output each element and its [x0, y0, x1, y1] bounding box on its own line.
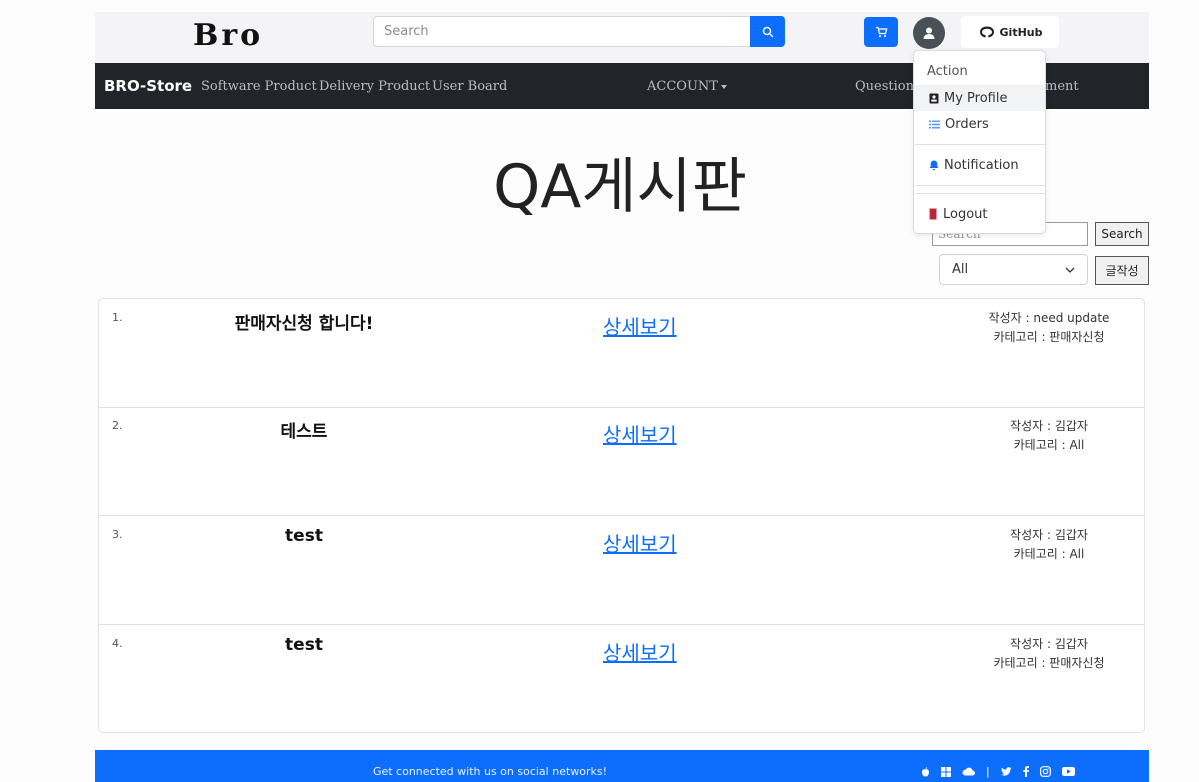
list-icon	[929, 120, 940, 128]
post-detail-link[interactable]: 상세보기	[603, 419, 677, 448]
post-list: 1. 판매자신청 합니다! 상세보기 작성자 : need update 카테고…	[98, 298, 1145, 733]
account-dropdown-menu: Action My Profile Orders Notification Lo…	[913, 50, 1046, 234]
post-number: 3.	[112, 528, 123, 541]
user-icon	[923, 27, 935, 39]
caret-down-icon	[720, 84, 727, 89]
nav-account-dropdown[interactable]: ACCOUNT	[647, 79, 727, 94]
github-button[interactable]: GitHub	[961, 16, 1059, 48]
bell-icon	[929, 160, 939, 170]
separator: |	[986, 765, 990, 778]
dropdown-item-label: My Profile	[944, 90, 1008, 106]
post-detail-link[interactable]: 상세보기	[603, 637, 677, 666]
apple-icon[interactable]	[921, 766, 930, 777]
nav-link-user-board[interactable]: User Board	[432, 79, 507, 94]
logout-icon	[929, 208, 937, 220]
nav-brand[interactable]: BRO-Store	[104, 77, 192, 95]
post-category: 카테고리 : 판매자신청	[993, 656, 1105, 670]
cart-button[interactable]	[864, 17, 898, 47]
footer-social-icons: |	[921, 765, 1075, 778]
facebook-icon[interactable]	[1023, 766, 1029, 777]
category-select[interactable]: All	[939, 254, 1088, 285]
post-detail-link[interactable]: 상세보기	[603, 311, 677, 340]
cart-icon	[875, 26, 887, 37]
post-author: 작성자 : 김갑자	[1010, 419, 1088, 433]
dropdown-item-label: Logout	[943, 206, 988, 222]
windows-icon[interactable]	[941, 766, 951, 777]
category-selected-value: All	[952, 262, 969, 277]
dropdown-divider	[915, 144, 1046, 145]
nav-link-question[interactable]: Question	[855, 79, 914, 94]
nav-account-label: ACCOUNT	[647, 79, 718, 94]
post-author: 작성자 : need update	[988, 311, 1110, 325]
board-search-button[interactable]: Search	[1095, 222, 1149, 246]
nav-link-notice[interactable]: ment	[1045, 79, 1079, 94]
dropdown-item-label: Notification	[944, 157, 1019, 173]
write-post-button[interactable]: 글작성	[1095, 256, 1149, 285]
footer-social-text: Get connected with us on social networks…	[372, 765, 608, 778]
dropdown-item-logout[interactable]: Logout	[914, 201, 1045, 227]
post-meta: 작성자 : 김갑자 카테고리 : All	[879, 526, 1144, 564]
post-row: 4. test 상세보기 작성자 : 김갑자 카테고리 : 판매자신청	[99, 625, 1144, 732]
post-title: 테스트	[280, 422, 328, 442]
post-category: 카테고리 : 판매자신청	[993, 330, 1105, 344]
dropdown-item-my-profile[interactable]: My Profile	[914, 85, 1045, 111]
dropdown-divider	[915, 193, 1046, 194]
dropdown-item-notification[interactable]: Notification	[914, 152, 1045, 178]
nav-link-delivery-product[interactable]: Delivery Product	[319, 79, 430, 94]
post-category: 카테고리 : All	[1013, 547, 1085, 561]
dropdown-item-label: Orders	[945, 116, 989, 132]
instagram-icon[interactable]	[1039, 766, 1051, 777]
github-icon	[979, 26, 994, 38]
github-label: GitHub	[999, 25, 1043, 39]
post-title: test	[285, 526, 323, 546]
post-number: 4.	[112, 637, 123, 650]
twitter-icon[interactable]	[1000, 767, 1012, 776]
post-meta: 작성자 : 김갑자 카테고리 : 판매자신청	[879, 635, 1144, 673]
post-title: test	[285, 635, 323, 655]
post-row: 2. 테스트 상세보기 작성자 : 김갑자 카테고리 : All	[99, 407, 1144, 516]
search-button[interactable]	[750, 16, 785, 47]
post-category: 카테고리 : All	[1013, 438, 1085, 452]
post-row: 1. 판매자신청 합니다! 상세보기 작성자 : need update 카테고…	[99, 299, 1144, 408]
dropdown-divider	[915, 185, 1046, 186]
dropdown-header: Action	[927, 64, 968, 79]
post-author: 작성자 : 김갑자	[1010, 528, 1088, 542]
post-number: 1.	[112, 311, 123, 324]
search-icon	[762, 26, 773, 37]
site-logo[interactable]: Bro	[193, 18, 263, 53]
page: Bro GitHub BRO-Store Software Product De…	[0, 0, 1199, 782]
footer: Get connected with us on social networks…	[95, 750, 1149, 782]
youtube-icon[interactable]	[1061, 767, 1075, 776]
dropdown-item-orders[interactable]: Orders	[914, 111, 1045, 137]
cloud-icon[interactable]	[962, 767, 975, 776]
post-title: 판매자신청 합니다!	[234, 314, 374, 334]
post-meta: 작성자 : need update 카테고리 : 판매자신청	[879, 309, 1144, 347]
post-row: 3. test 상세보기 작성자 : 김갑자 카테고리 : All	[99, 516, 1144, 625]
post-author: 작성자 : 김갑자	[1010, 637, 1088, 651]
post-meta: 작성자 : 김갑자 카테고리 : All	[879, 417, 1144, 455]
post-detail-link[interactable]: 상세보기	[603, 528, 677, 557]
nav-link-software-product[interactable]: Software Product	[201, 79, 317, 94]
profile-icon	[929, 93, 939, 103]
post-number: 2.	[112, 419, 123, 432]
user-avatar-button[interactable]	[913, 17, 945, 49]
search-input[interactable]	[373, 16, 751, 47]
chevron-down-icon	[1065, 267, 1075, 273]
